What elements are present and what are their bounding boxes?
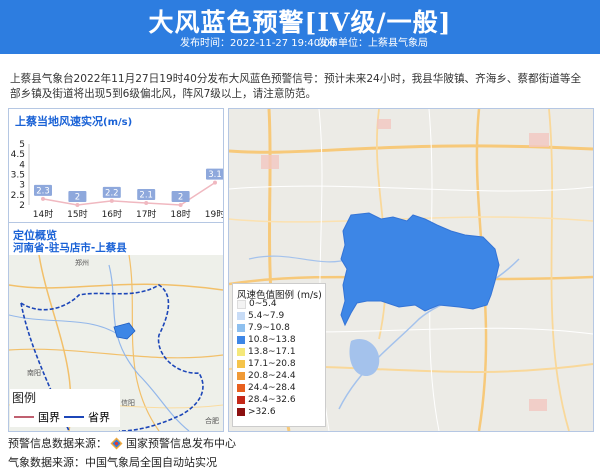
wind-legend-label: 0~5.4 — [249, 299, 277, 309]
warning-source-line: 预警信息数据来源： 国家预警信息发布中心 — [8, 435, 236, 451]
wind-legend-item: 17.1~20.8 — [237, 359, 296, 369]
province-border-line-icon — [64, 416, 84, 418]
wind-legend-item: 10.8~13.8 — [237, 335, 296, 345]
weather-source-line: 气象数据来源：中国气象局全国自动站实况 — [8, 456, 217, 469]
national-border-label: 国界 — [38, 411, 60, 424]
wind-speed-point — [178, 203, 183, 207]
wind-legend-swatch — [237, 348, 245, 356]
wind-legend-label: 24.4~28.4 — [248, 383, 296, 393]
wind-speed-point — [75, 203, 80, 207]
wind-legend-item: 20.8~24.4 — [237, 371, 296, 381]
wind-legend-swatch — [237, 299, 246, 309]
map-label-hefei: 合肥 — [205, 416, 219, 425]
warning-center-logo-icon — [110, 437, 123, 449]
wind-speed-chart: 22.533.544.552.314时215时2.216时2.117时218时3… — [11, 140, 223, 220]
x-tick-label: 19时 — [205, 208, 223, 220]
wind-speed-legend: 风速色值图例 (m/s) 0~5.4 5.4~7.9 7.9~10.8 10.8… — [232, 283, 326, 427]
wind-legend-label: 20.8~24.4 — [248, 371, 296, 381]
wind-legend-label: 28.4~32.6 — [248, 395, 296, 405]
boundary-legend-title: 图例 — [12, 391, 37, 405]
wind-legend-item: 0~5.4 — [237, 299, 277, 309]
wind-legend-item: 5.4~7.9 — [237, 311, 284, 321]
wind-legend-label: 7.9~10.8 — [248, 323, 290, 333]
wind-speed-point — [213, 180, 217, 185]
wind-speed-data-label: 2.2 — [105, 188, 119, 198]
province-border-label: 省界 — [88, 411, 110, 424]
wind-legend-item: 24.4~28.4 — [237, 383, 296, 393]
wind-speed-data-label: 2 — [178, 193, 183, 203]
wind-legend-swatch — [237, 384, 245, 392]
wind-speed-point — [109, 198, 114, 203]
warning-source-name: 国家预警信息发布中心 — [126, 437, 236, 450]
warning-header: 大风蓝色预警[IV级/一般] 发布时间：2022-11-27 19:40:00 … — [0, 0, 600, 54]
wind-legend-label: 17.1~20.8 — [248, 359, 296, 369]
y-tick-label: 2.5 — [11, 191, 25, 201]
wind-speed-data-label: 2 — [75, 193, 80, 203]
map-label-xinyang: 信阳 — [121, 398, 135, 407]
y-tick-label: 4 — [19, 160, 25, 170]
location-path: 河南省-驻马店市-上蔡县 — [13, 242, 127, 254]
warning-source-label: 预警信息数据来源： — [8, 437, 107, 450]
x-tick-label: 14时 — [33, 208, 53, 220]
wind-legend-swatch — [237, 372, 245, 380]
x-tick-label: 18时 — [170, 208, 190, 220]
map-label-nanyang: 南阳 — [27, 368, 41, 377]
x-tick-label: 16时 — [102, 208, 122, 220]
publish-time: 发布时间：2022-11-27 19:40:00 — [180, 38, 337, 49]
x-tick-label: 17时 — [136, 208, 156, 220]
map-label-zhengzhou: 郑州 — [75, 259, 89, 267]
wind-legend-label: >32.6 — [248, 407, 276, 417]
wind-speed-data-label: 2.3 — [36, 186, 50, 196]
boundary-legend: 图例 国界 省界 — [10, 389, 120, 427]
wind-speed-data-label: 2.1 — [139, 190, 153, 200]
legend-national-border: 国界 — [14, 409, 60, 425]
y-tick-label: 2 — [19, 201, 25, 211]
wind-legend-swatch — [237, 360, 245, 368]
wind-legend-label: 10.8~13.8 — [248, 335, 296, 345]
wind-legend-swatch — [237, 324, 245, 332]
wind-legend-label: 5.4~7.9 — [248, 311, 285, 321]
wind-speed-point — [41, 196, 45, 201]
wind-legend-item: 28.4~32.6 — [237, 395, 296, 405]
y-tick-label: 3 — [19, 181, 25, 191]
wind-legend-item: >32.6 — [237, 407, 276, 417]
wind-legend-swatch — [237, 396, 245, 404]
wind-chart-panel: 上蔡当地风速实况(m/s) 2 2.5 3 3.5 4 4.5 5 2.3 14时 2 15时 2.2… — [8, 108, 224, 224]
y-tick-label: 3.5 — [11, 171, 25, 181]
wind-legend-swatch — [237, 408, 245, 416]
wind-legend-swatch — [237, 336, 245, 344]
wind-legend-item: 7.9~10.8 — [237, 323, 290, 333]
wind-legend-item: 13.8~17.1 — [237, 347, 296, 357]
publisher: 发布单位：上蔡县气象局 — [318, 38, 428, 49]
y-tick-label: 4.5 — [11, 150, 25, 160]
y-tick-label: 5 — [19, 140, 25, 150]
warning-description: 上蔡县气象台2022年11月27日19时40分发布大风蓝色预警信号：预计未来24… — [10, 73, 582, 100]
wind-speed-data-label: 3.1 — [208, 170, 222, 180]
wind-speed-point — [144, 200, 149, 205]
national-border-line-icon — [14, 416, 34, 418]
legend-province-border: 省界 — [64, 409, 110, 425]
wind-legend-swatch — [237, 312, 245, 320]
x-tick-label: 15时 — [67, 208, 87, 220]
wind-legend-label: 13.8~17.1 — [248, 347, 296, 357]
